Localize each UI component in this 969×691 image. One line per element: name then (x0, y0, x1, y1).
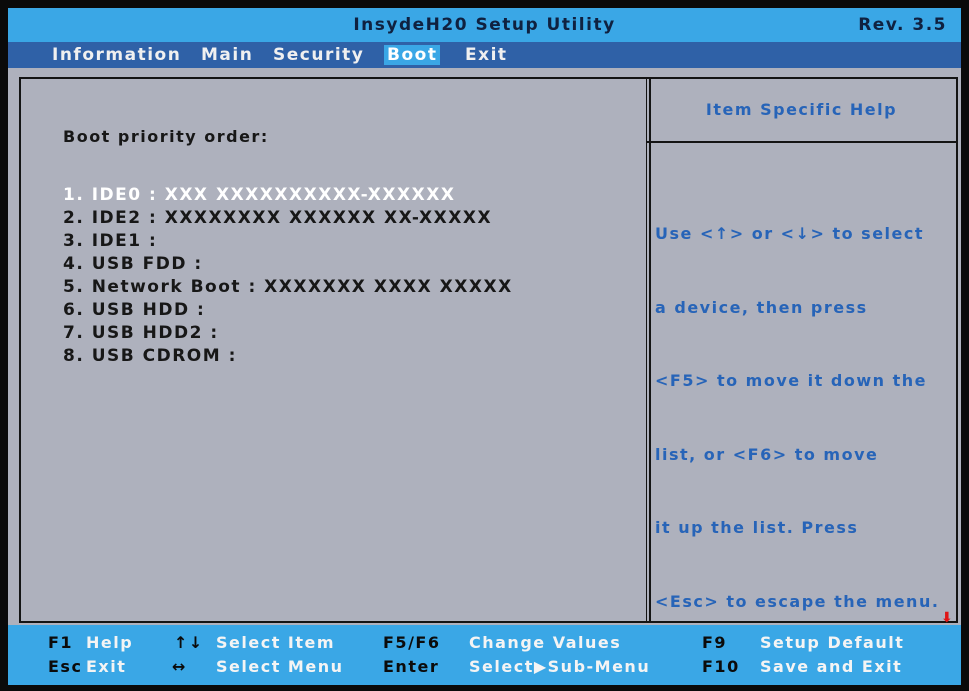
key-up-down: ↑↓ (174, 633, 204, 652)
boot-panel: Boot priority order: 1. IDE0 : XXX XXXXX… (19, 77, 651, 623)
help-line: Use <↑> or <↓> to select (655, 224, 925, 243)
title-bar: InsydeH20 Setup Utility Rev. 3.5 (8, 8, 961, 42)
boot-item-usb-fdd[interactable]: 4. USB FDD : (63, 253, 513, 276)
key-left-right-action: Select Menu (216, 657, 344, 676)
boot-item-network-boot[interactable]: 5. Network Boot : XXXXXXX XXXX XXXXX (63, 276, 513, 299)
help-line: it up the list. Press (655, 518, 859, 537)
boot-item-usb-cdrom[interactable]: 8. USB CDROM : (63, 345, 513, 368)
down-arrow-icon: ⬇ (941, 610, 955, 626)
boot-item-ide0[interactable]: 1. IDE0 : XXX XXXXXXXXXX-XXXXXX (63, 184, 513, 207)
app-title: InsydeH20 Setup Utility (353, 15, 616, 35)
boot-item-usb-hdd[interactable]: 6. USB HDD : (63, 299, 513, 322)
help-line: a device, then press (655, 297, 868, 317)
key-f5-f6-action: Change Values (469, 633, 622, 652)
key-enter: Enter (383, 657, 440, 676)
menu-item-main[interactable]: Main (198, 45, 256, 65)
key-esc-action: Exit (86, 657, 127, 676)
help-line: list, or <F6> to move (655, 444, 879, 464)
boot-item-ide1[interactable]: 3. IDE1 : (63, 230, 513, 253)
boot-priority-heading: Boot priority order: (63, 127, 269, 146)
key-f9-action: Setup Default (760, 633, 905, 652)
help-panel: Item Specific Help Use <↑> or <↓> to sel… (646, 77, 958, 623)
menu-bar: Information Main Security Boot Exit (8, 42, 961, 68)
help-line: <Esc> to escape the menu. (655, 591, 940, 611)
menu-item-information[interactable]: Information (49, 45, 184, 65)
key-f1-action: Help (86, 633, 134, 652)
key-f1: F1 (48, 633, 74, 652)
menu-item-exit[interactable]: Exit (462, 45, 511, 65)
boot-item-usb-hdd2[interactable]: 7. USB HDD2 : (63, 322, 513, 345)
key-legend: F1 Help ↑↓ Select Item F5/F6 Change Valu… (8, 625, 961, 685)
menu-item-boot[interactable]: Boot (384, 45, 441, 65)
help-text: Use <↑> or <↓> to select a device, then … (647, 143, 956, 663)
boot-order-list: 1. IDE0 : XXX XXXXXXXXXX-XXXXXX 2. IDE2 … (63, 184, 513, 368)
key-esc: Esc (48, 657, 83, 676)
key-left-right: ↔ (172, 657, 187, 676)
key-f10-action: Save and Exit (760, 657, 903, 676)
key-f9: F9 (702, 633, 728, 652)
revision-label: Rev. 3.5 (858, 15, 947, 35)
help-line: <F5> to move it down the (655, 371, 927, 390)
help-header: Item Specific Help (647, 79, 956, 143)
boot-item-ide2[interactable]: 2. IDE2 : XXXXXXXX XXXXXX XX-XXXXX (63, 207, 513, 230)
menu-item-security[interactable]: Security (270, 45, 367, 65)
setup-window: InsydeH20 Setup Utility Rev. 3.5 Informa… (8, 8, 961, 685)
key-up-down-action: Select Item (216, 633, 336, 652)
key-f5-f6: F5/F6 (383, 633, 441, 652)
key-enter-action: Select▶Sub-Menu (469, 657, 651, 676)
key-f10: F10 (702, 657, 740, 676)
